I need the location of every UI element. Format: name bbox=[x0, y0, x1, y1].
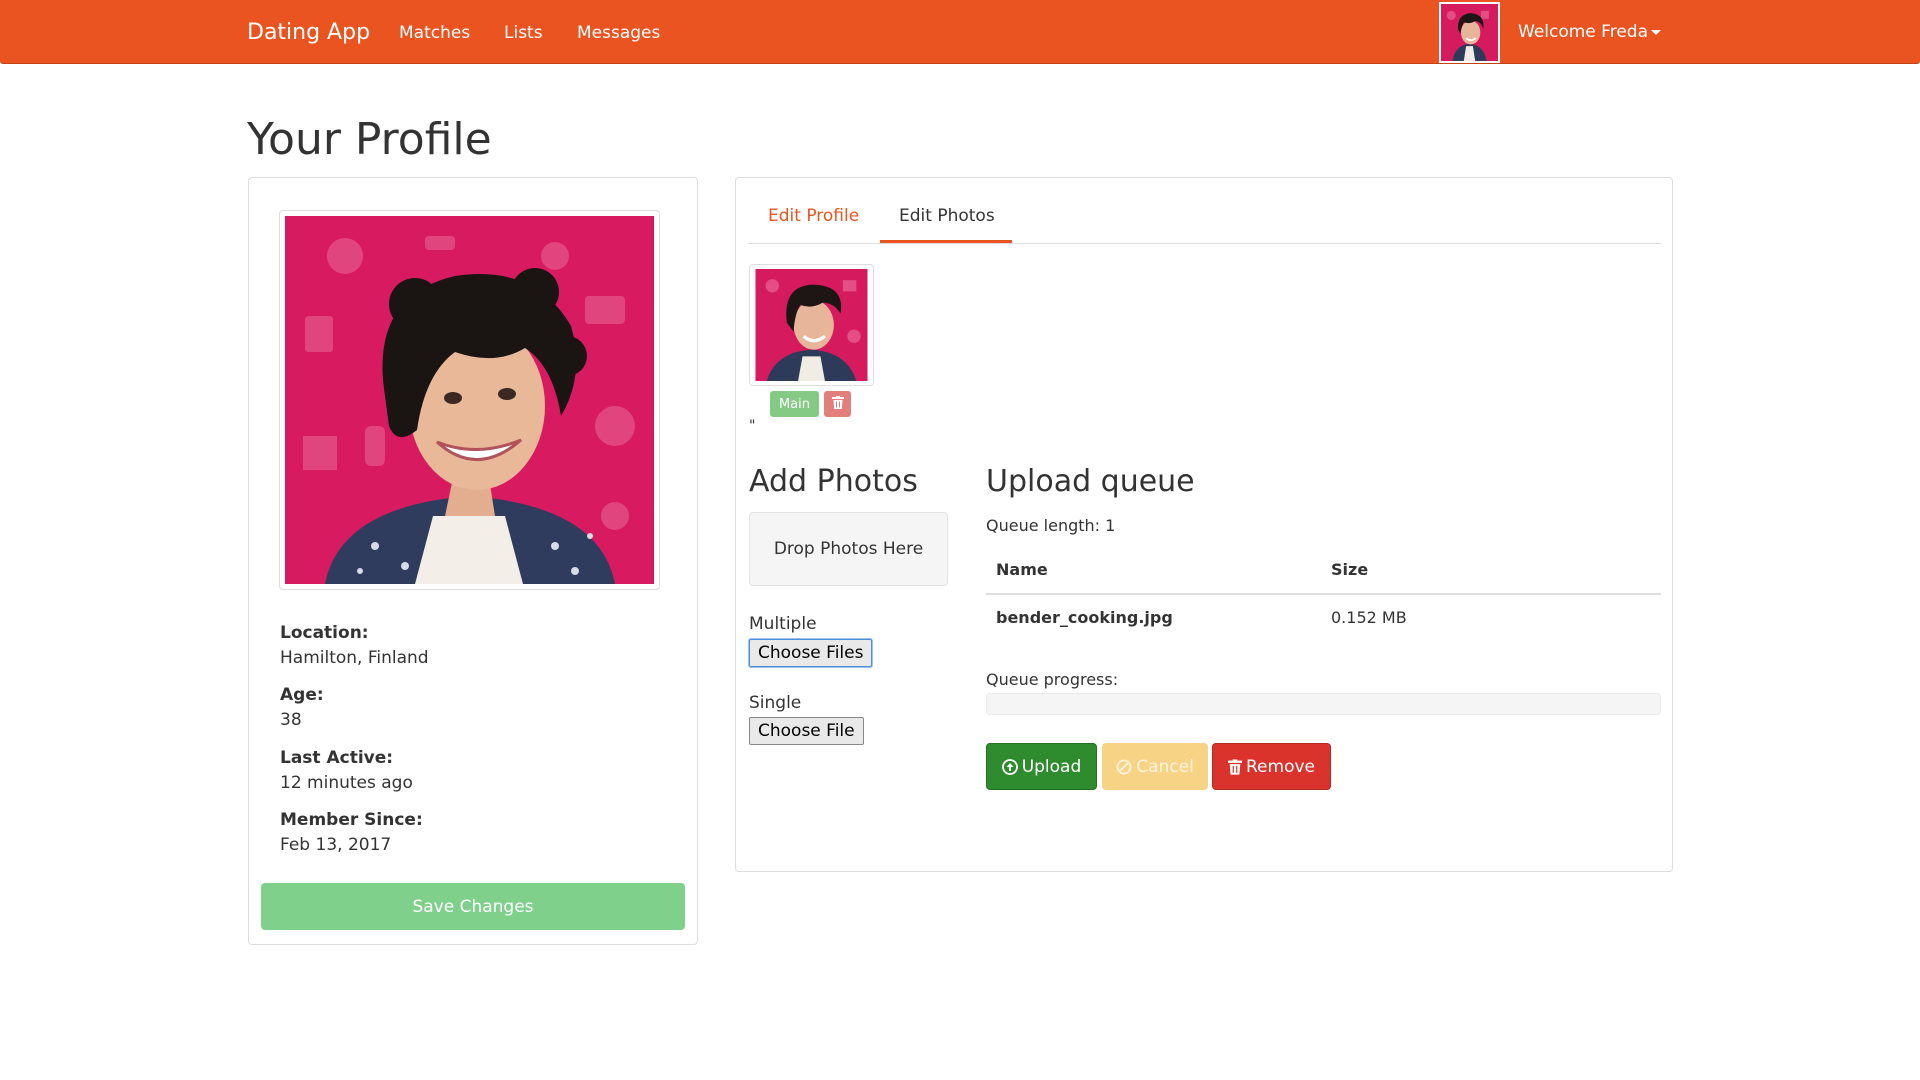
tabs-divider bbox=[748, 243, 1661, 244]
choose-file-button[interactable]: Choose File bbox=[749, 717, 864, 745]
delete-photo-button[interactable] bbox=[824, 391, 851, 417]
profile-photo bbox=[285, 216, 654, 584]
photo-thumbnail-image bbox=[755, 269, 868, 381]
upload-queue-heading: Upload queue bbox=[986, 464, 1195, 499]
tab-edit-photos[interactable]: Edit Photos bbox=[899, 206, 995, 226]
age-value: 38 bbox=[280, 710, 302, 730]
column-header-size: Size bbox=[1331, 560, 1369, 579]
location-label: Location: bbox=[280, 623, 369, 643]
last-active-label: Last Active: bbox=[280, 748, 394, 768]
age-label: Age: bbox=[280, 685, 324, 705]
cancel-all-button[interactable]: Cancel bbox=[1102, 743, 1208, 790]
welcome-text: Welcome Freda bbox=[1518, 22, 1648, 42]
queue-progress-bar bbox=[986, 693, 1661, 715]
tab-edit-profile[interactable]: Edit Profile bbox=[768, 206, 859, 226]
file-name-cell: bender_cooking.jpg bbox=[996, 608, 1173, 627]
choose-files-button[interactable]: Choose Files bbox=[749, 639, 873, 667]
user-menu-toggle[interactable]: Welcome Freda bbox=[1518, 22, 1661, 42]
member-since-label: Member Since: bbox=[280, 810, 423, 830]
upload-icon bbox=[1001, 758, 1018, 775]
location-value: Hamilton, Finland bbox=[280, 648, 429, 668]
brand-link[interactable]: Dating App bbox=[247, 20, 370, 45]
profile-photo-frame bbox=[279, 210, 660, 590]
single-label: Single bbox=[749, 693, 802, 713]
queue-progress-label: Queue progress: bbox=[986, 670, 1119, 689]
remove-label: Remove bbox=[1246, 756, 1315, 777]
stray-text: " bbox=[749, 418, 756, 434]
photo-thumbnail bbox=[749, 264, 874, 386]
nav-link-messages[interactable]: Messages bbox=[577, 23, 660, 43]
nav-link-lists[interactable]: Lists bbox=[504, 23, 543, 43]
user-avatar[interactable] bbox=[1439, 2, 1500, 63]
add-photos-heading: Add Photos bbox=[749, 464, 918, 499]
member-since-value: Feb 13, 2017 bbox=[280, 835, 392, 855]
user-avatar-image bbox=[1441, 4, 1498, 61]
page-title: Your Profile bbox=[247, 114, 492, 165]
remove-all-button[interactable]: Remove bbox=[1212, 743, 1331, 790]
upload-label: Upload bbox=[1021, 756, 1082, 777]
nav-link-matches[interactable]: Matches bbox=[399, 23, 470, 43]
set-main-photo-button[interactable]: Main bbox=[770, 391, 819, 417]
ban-icon bbox=[1116, 759, 1132, 774]
last-active-value: 12 minutes ago bbox=[280, 773, 413, 793]
multiple-label: Multiple bbox=[749, 614, 817, 634]
table-header-divider bbox=[986, 593, 1661, 595]
drop-zone-label: Drop Photos Here bbox=[773, 539, 924, 559]
save-changes-button[interactable]: Save Changes bbox=[261, 883, 685, 930]
trash-icon bbox=[1228, 758, 1242, 775]
edit-card: Edit Profile Edit Photos Main " Add Phot… bbox=[735, 177, 1673, 872]
column-header-name: Name bbox=[996, 560, 1048, 579]
upload-all-button[interactable]: Upload bbox=[986, 743, 1097, 790]
photo-drop-zone[interactable]: Drop Photos Here bbox=[749, 512, 948, 586]
trash-icon bbox=[831, 396, 844, 409]
profile-card: Location: Hamilton, Finland Age: 38 Last… bbox=[248, 177, 698, 945]
file-size-cell: 0.152 MB bbox=[1331, 608, 1407, 627]
caret-down-icon bbox=[1651, 29, 1661, 35]
top-navbar: Dating App Matches Lists Messages Welcom… bbox=[0, 0, 1920, 64]
cancel-label: Cancel bbox=[1136, 756, 1194, 777]
queue-length-text: Queue length: 1 bbox=[986, 516, 1116, 535]
